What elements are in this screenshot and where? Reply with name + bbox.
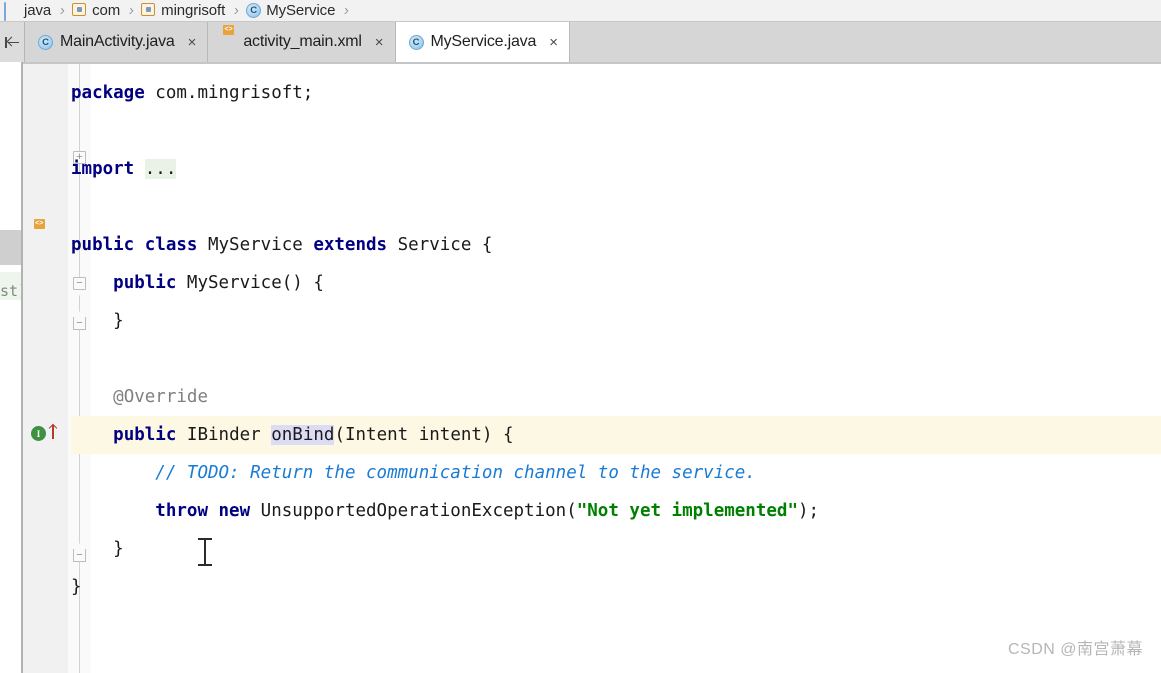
close-icon[interactable]: ×	[375, 35, 384, 50]
code-token: }	[71, 577, 82, 597]
class-icon: C	[246, 3, 262, 18]
code-token: import	[71, 159, 145, 179]
code-token: package	[71, 83, 156, 103]
code-line: }	[71, 302, 124, 340]
java-folder-icon	[4, 2, 19, 21]
i-beam-cursor	[198, 538, 212, 566]
code-line: throw new UnsupportedOperationException(…	[71, 492, 819, 530]
arrow-left-icon	[4, 36, 20, 48]
breadcrumb-item-myservice[interactable]: C MyService	[244, 0, 337, 21]
code-token: "Not yet implemented"	[576, 501, 798, 521]
xml-file-icon	[221, 35, 236, 50]
tab-label: activity_main.xml	[243, 33, 362, 50]
code-line: public MyService() {	[71, 264, 324, 302]
breadcrumb-item-java[interactable]: java	[2, 0, 53, 21]
code-line: }	[71, 530, 124, 568]
code-text[interactable]: package com.mingrisoft; import ... public …	[71, 62, 1161, 673]
close-icon[interactable]: ×	[549, 35, 558, 50]
code-line: // TODO: Return the communication channe…	[71, 454, 756, 492]
code-token: }	[71, 539, 124, 559]
breadcrumb-separator: ›	[127, 2, 136, 19]
code-line: import ...	[71, 150, 177, 188]
code-token: extends	[313, 235, 398, 255]
code-token: @Override	[113, 387, 208, 407]
code-token: );	[798, 501, 820, 521]
code-token: }	[71, 311, 124, 331]
implementing-method-icon[interactable]: I	[31, 426, 46, 441]
breadcrumb-separator: ›	[343, 2, 351, 19]
code-token: throw new	[155, 501, 261, 521]
code-token: public	[113, 425, 187, 445]
code-line: }	[71, 568, 82, 606]
left-strip-ghost-text: st)	[0, 282, 22, 300]
code-editor[interactable]: I + − − − − package com.mingrisoft;impor…	[23, 62, 1161, 673]
package-icon	[141, 3, 156, 18]
code-token: UnsupportedOperationException(	[260, 501, 577, 521]
tab-label: MyService.java	[430, 33, 537, 50]
breadcrumb-label: MyService	[266, 2, 336, 19]
left-tool-strip	[0, 62, 22, 673]
editor-tab-bar: C MainActivity.java × activity_main.xml …	[0, 22, 1161, 62]
code-token: IBinder	[186, 425, 272, 445]
class-icon: C	[408, 34, 424, 50]
tab-myservice-java[interactable]: C MyService.java ×	[395, 22, 570, 62]
csdn-watermark: CSDN @南宫萧幕	[1007, 641, 1143, 658]
breadcrumb-separator: ›	[58, 2, 67, 19]
package-icon	[72, 3, 87, 18]
class-icon: C	[38, 34, 53, 50]
breadcrumb: java › com › mingrisoft › C MyService ›	[0, 0, 1161, 22]
code-token: public class	[71, 235, 208, 255]
breadcrumb-item-mingrisoft[interactable]: mingrisoft	[139, 0, 227, 21]
editor-top-border	[23, 62, 1161, 64]
code-line: public class MyService extends Service {	[71, 226, 492, 264]
tab-bar-empty-area	[569, 22, 1161, 62]
breadcrumb-separator: ›	[233, 2, 241, 19]
left-strip-highlight	[0, 230, 22, 265]
code-token: Service {	[397, 235, 493, 255]
close-icon[interactable]: ×	[188, 35, 197, 50]
code-token: ...	[144, 159, 177, 179]
editor-gutter[interactable]: I	[23, 62, 69, 673]
code-line: @Override	[71, 378, 208, 416]
breadcrumb-item-com[interactable]: com	[70, 0, 122, 21]
code-token: onBind	[271, 425, 335, 445]
ide-editor-window: java › com › mingrisoft › C MyService › …	[0, 0, 1161, 673]
code-token: (Intent intent) {	[334, 425, 514, 445]
code-token: MyService() {	[186, 273, 324, 293]
code-token: // TODO: Return the communication channe…	[155, 463, 756, 483]
breadcrumb-label: com	[92, 2, 121, 19]
code-line: package com.mingrisoft;	[71, 74, 313, 112]
code-token: public	[113, 273, 187, 293]
breadcrumb-label: mingrisoft	[161, 2, 226, 19]
code-line: public IBinder onBind(Intent intent) {	[71, 416, 514, 454]
tab-activity-main-xml[interactable]: activity_main.xml ×	[208, 22, 396, 62]
override-arrow-icon[interactable]	[48, 423, 57, 439]
tab-mainactivity-java[interactable]: C MainActivity.java ×	[25, 22, 209, 62]
code-token: MyService	[207, 235, 314, 255]
tab-label: MainActivity.java	[60, 33, 175, 50]
breadcrumb-label: java	[24, 2, 52, 19]
tab-scroll-left-button[interactable]	[0, 22, 25, 62]
code-token: com.mingrisoft;	[155, 83, 314, 103]
